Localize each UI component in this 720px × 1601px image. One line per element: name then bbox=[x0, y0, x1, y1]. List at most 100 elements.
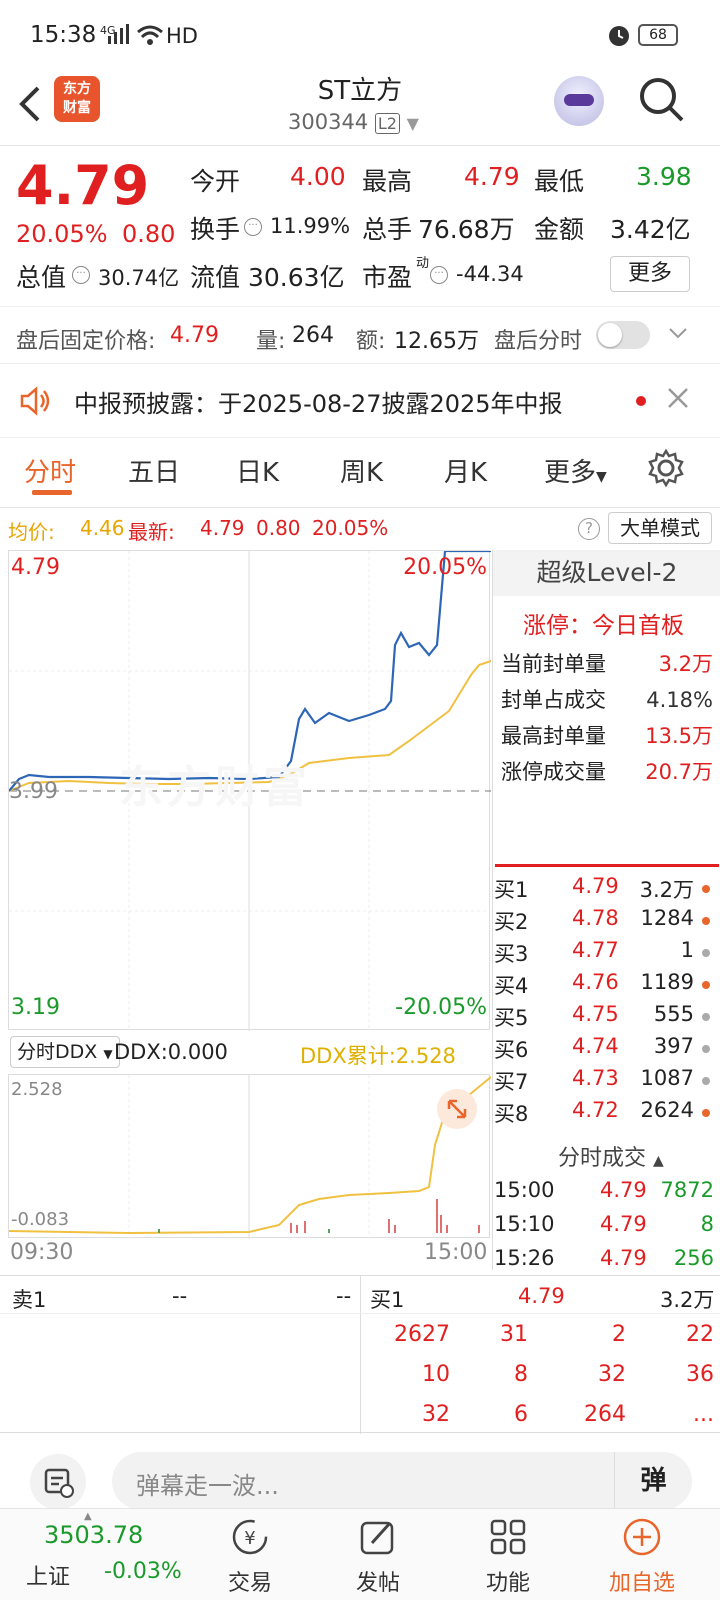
tab-five-day[interactable]: 五日 bbox=[128, 452, 180, 489]
note-settings-icon[interactable] bbox=[30, 1454, 86, 1510]
trade-row: 15:26 4.79 256 bbox=[494, 1246, 714, 1278]
bid-row[interactable]: 买6 4.74 397 bbox=[494, 1034, 714, 1066]
seal-stat-value: 13.5万 bbox=[645, 724, 713, 748]
stock-code[interactable]: 300344 L2 ▼ bbox=[288, 110, 419, 134]
sell-price: -- bbox=[172, 1284, 188, 1308]
tab-weekly-k[interactable]: 周K bbox=[340, 452, 383, 489]
seal-stat-value: 3.2万 bbox=[658, 652, 713, 676]
nav-add-favorite-label: 加自选 bbox=[608, 1571, 675, 1596]
big-order-mode-button[interactable]: 大单模式 bbox=[608, 512, 712, 544]
pe-label: 市盈 bbox=[362, 263, 413, 292]
bid-dot bbox=[702, 885, 710, 893]
gear-icon[interactable] bbox=[646, 448, 686, 492]
bid-price: 4.78 bbox=[572, 906, 619, 930]
bid-dot bbox=[702, 949, 710, 957]
bid-row[interactable]: 买7 4.73 1087 bbox=[494, 1066, 714, 1098]
price-change: 0.80 bbox=[122, 220, 176, 248]
bid-row[interactable]: 买1 4.79 3.2万 bbox=[494, 874, 714, 906]
index-value: 3503.78 bbox=[44, 1521, 144, 1549]
chart-top-pct: 20.05% bbox=[403, 555, 487, 580]
bid-dot bbox=[702, 1109, 710, 1117]
high-value: 4.79 bbox=[464, 162, 520, 191]
sell-volume: -- bbox=[336, 1284, 352, 1308]
volume-label: 总手 bbox=[362, 215, 413, 244]
caret-down-icon: ▼ bbox=[596, 469, 607, 485]
bid-price: 4.77 bbox=[572, 938, 619, 962]
intraday-chart[interactable]: 东方财富 4.79 20.05% 3.99 3.19 -20.05% bbox=[8, 550, 491, 1031]
nav-post[interactable]: 发帖 bbox=[318, 1509, 438, 1601]
bid-label: 买2 bbox=[494, 910, 529, 934]
close-icon[interactable] bbox=[666, 386, 690, 414]
danmu-toggle-button[interactable]: 弹 bbox=[614, 1452, 692, 1510]
pct-change: 20.05% bbox=[16, 220, 108, 248]
info-icon[interactable]: ··· bbox=[430, 266, 448, 284]
bid-dot bbox=[702, 1045, 710, 1053]
queue-cell: ... bbox=[693, 1402, 714, 1427]
active-tab-indicator bbox=[32, 490, 72, 495]
chevron-down-icon[interactable] bbox=[668, 323, 688, 347]
comment-bar: 弹幕走一波... 弹 bbox=[0, 1440, 720, 1510]
after-vol-label: 量: bbox=[256, 329, 286, 354]
back-icon[interactable] bbox=[14, 84, 44, 128]
tab-intraday[interactable]: 分时 bbox=[24, 452, 76, 489]
index-pct: -0.03% bbox=[104, 1559, 182, 1584]
more-button[interactable]: 更多 bbox=[610, 256, 690, 292]
bid-row[interactable]: 买2 4.78 1284 bbox=[494, 906, 714, 938]
seal-stat-row: 涨停成交量 20.7万 bbox=[501, 754, 713, 790]
app-logo[interactable]: 东方财富 bbox=[54, 76, 100, 122]
info-icon[interactable]: ··· bbox=[72, 266, 90, 284]
after-price-label: 盘后固定价格: bbox=[16, 329, 156, 354]
level-badge: L2 bbox=[374, 113, 400, 134]
bid-dot bbox=[702, 981, 710, 989]
nav-trade[interactable]: ¥ 交易 bbox=[190, 1509, 310, 1601]
comment-input[interactable]: 弹幕走一波... 弹 bbox=[112, 1452, 692, 1510]
ddx-header: 分时DDX ▼ DDX:0.000 DDX累计:2.528 bbox=[8, 1030, 490, 1074]
nav-post-label: 发帖 bbox=[355, 1571, 400, 1596]
chart-bottom-pct: -20.05% bbox=[395, 995, 487, 1020]
buy-price: 4.79 bbox=[518, 1284, 565, 1308]
expand-icon[interactable] bbox=[437, 1089, 477, 1129]
help-icon[interactable]: ? bbox=[578, 518, 600, 540]
tab-daily-k[interactable]: 日K bbox=[236, 452, 279, 489]
trades-title[interactable]: 分时成交 ▲ bbox=[558, 1140, 664, 1172]
bid-volume: 2624 bbox=[640, 1098, 694, 1122]
tab-more[interactable]: 更多▼ bbox=[544, 452, 607, 489]
seal-stat-row: 最高封单量 13.5万 bbox=[501, 718, 713, 754]
avg-value: 4.46 bbox=[80, 516, 125, 540]
index-ticker[interactable]: ▲ 3503.78 上证 -0.03% bbox=[0, 1509, 190, 1601]
tab-monthly-k[interactable]: 月K bbox=[444, 452, 487, 489]
svg-text:¥: ¥ bbox=[244, 1528, 255, 1549]
plus-circle-icon bbox=[622, 1517, 662, 1563]
seal-stat-row: 封单占成交 4.18% bbox=[501, 682, 713, 718]
info-icon[interactable]: ··· bbox=[244, 218, 262, 236]
after-chart-label: 盘后分时 bbox=[494, 329, 583, 354]
notice-bar[interactable]: 中报预披露：于2025-08-27披露2025年中报 bbox=[0, 364, 720, 438]
nav-functions[interactable]: 功能 bbox=[448, 1509, 568, 1601]
turnover-label: 换手 bbox=[190, 215, 241, 244]
nav-functions-label: 功能 bbox=[485, 1571, 530, 1596]
level2-title[interactable]: 超级Level-2 bbox=[493, 550, 720, 596]
bid-row[interactable]: 买5 4.75 555 bbox=[494, 1002, 714, 1034]
trade-volume: 8 bbox=[700, 1212, 714, 1236]
caret-up-icon: ▲ bbox=[653, 1153, 664, 1169]
nav-add-favorite[interactable]: 加自选 bbox=[582, 1509, 702, 1601]
bid-price: 4.73 bbox=[572, 1066, 619, 1090]
trade-row: 15:10 4.79 8 bbox=[494, 1212, 714, 1244]
seal-stat-row: 当前封单量 3.2万 bbox=[501, 646, 713, 682]
bid-row[interactable]: 买8 4.72 2624 bbox=[494, 1098, 714, 1130]
speaker-icon bbox=[18, 384, 52, 422]
seal-stat-label: 最高封单量 bbox=[501, 724, 606, 748]
ddx-indicator-select[interactable]: 分时DDX ▼ bbox=[10, 1036, 120, 1068]
ddx-chart[interactable]: 2.528 -0.083 bbox=[8, 1074, 491, 1239]
float-label: 流值 bbox=[190, 263, 241, 292]
after-amt-label: 额: bbox=[356, 329, 386, 354]
bid-price: 4.79 bbox=[572, 874, 619, 898]
status-bar: 15:38 4G HD 68 bbox=[0, 0, 720, 70]
search-icon[interactable] bbox=[638, 76, 686, 128]
bid-row[interactable]: 买3 4.77 1 bbox=[494, 938, 714, 970]
order-queue: 卖1 -- -- 买1 4.79 3.2万 2627 31 2 22 10 8 32 36 … bbox=[0, 1275, 720, 1434]
bid-row[interactable]: 买4 4.76 1189 bbox=[494, 970, 714, 1002]
edit-icon bbox=[358, 1517, 398, 1563]
after-chart-toggle[interactable] bbox=[596, 321, 650, 349]
robot-avatar-icon[interactable] bbox=[554, 76, 604, 126]
